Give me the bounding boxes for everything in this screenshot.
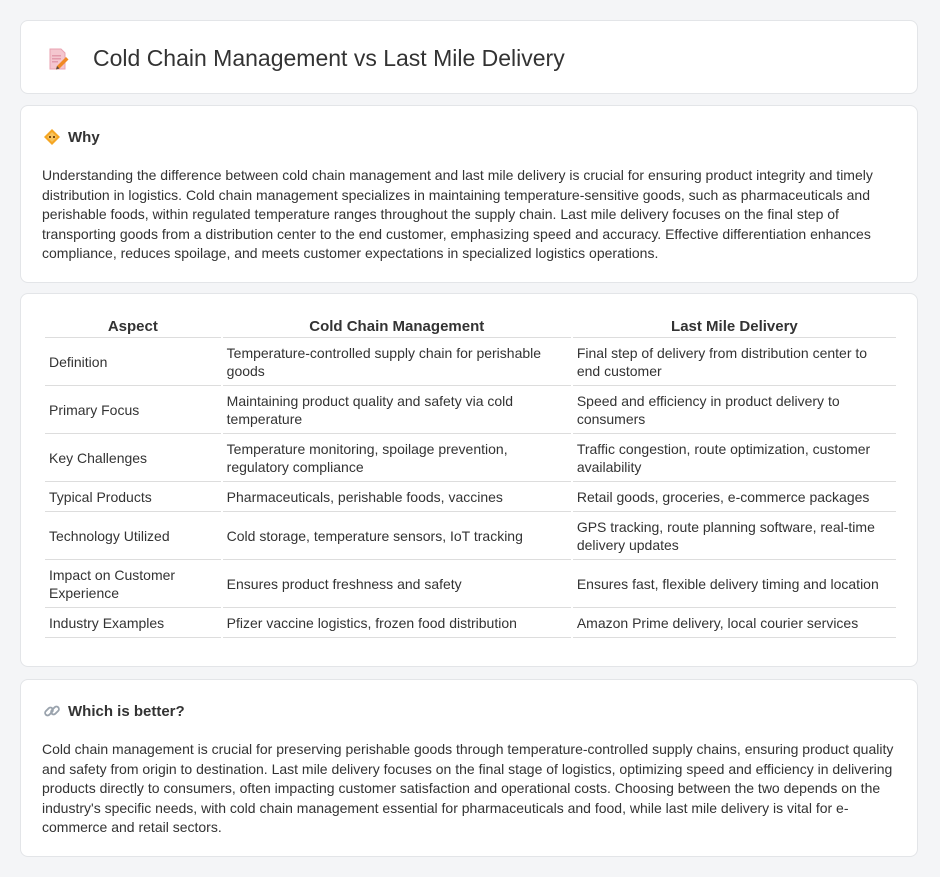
table-row: Definition Temperature-controlled supply… (45, 338, 896, 386)
header-aspect: Aspect (45, 316, 221, 338)
cold-chain-cell: Cold storage, temperature sensors, IoT t… (222, 512, 571, 560)
table-header-row: Aspect Cold Chain Management Last Mile D… (45, 316, 896, 338)
better-heading: Which is better? (68, 702, 185, 720)
cold-chain-cell: Temperature monitoring, spoilage prevent… (222, 434, 571, 482)
table-row: Industry Examples Pfizer vaccine logisti… (45, 608, 896, 638)
why-text: Understanding the difference between col… (42, 167, 873, 262)
last-mile-cell: Traffic congestion, route optimization, … (572, 434, 896, 482)
which-is-better-section: Which is better? Cold chain management i… (20, 679, 918, 857)
diamond-warning-icon (44, 129, 60, 145)
table-row: Typical Products Pharmaceuticals, perish… (45, 482, 896, 512)
why-header: Why (43, 128, 100, 146)
better-header: Which is better? (43, 702, 185, 720)
last-mile-cell: GPS tracking, route planning software, r… (572, 512, 896, 560)
document-pencil-icon (49, 48, 69, 69)
why-section: Why Understanding the difference between… (20, 105, 918, 283)
last-mile-cell: Retail goods, groceries, e-commerce pack… (572, 482, 896, 512)
table-row: Technology Utilized Cold storage, temper… (45, 512, 896, 560)
cold-chain-cell: Pharmaceuticals, perishable foods, vacci… (222, 482, 571, 512)
table-row: Key Challenges Temperature monitoring, s… (45, 434, 896, 482)
aspect-cell: Primary Focus (45, 386, 221, 434)
last-mile-cell: Speed and efficiency in product delivery… (572, 386, 896, 434)
last-mile-cell: Amazon Prime delivery, local courier ser… (572, 608, 896, 638)
aspect-cell: Key Challenges (45, 434, 221, 482)
aspect-cell: Definition (45, 338, 221, 386)
cold-chain-cell: Temperature-controlled supply chain for … (222, 338, 571, 386)
link-icon (44, 705, 60, 717)
cold-chain-cell: Maintaining product quality and safety v… (222, 386, 571, 434)
aspect-cell: Typical Products (45, 482, 221, 512)
last-mile-cell: Ensures fast, flexible delivery timing a… (572, 560, 896, 608)
page-title: Cold Chain Management vs Last Mile Deliv… (93, 45, 565, 71)
table-row: Impact on Customer Experience Ensures pr… (45, 560, 896, 608)
aspect-cell: Industry Examples (45, 608, 221, 638)
title-card: Cold Chain Management vs Last Mile Deliv… (20, 20, 918, 94)
last-mile-cell: Final step of delivery from distribution… (572, 338, 896, 386)
better-text: Cold chain management is crucial for pre… (42, 741, 894, 836)
cold-chain-cell: Pfizer vaccine logistics, frozen food di… (222, 608, 571, 638)
header-last-mile: Last Mile Delivery (572, 316, 896, 338)
comparison-table: Aspect Cold Chain Management Last Mile D… (43, 316, 898, 638)
aspect-cell: Impact on Customer Experience (45, 560, 221, 608)
header-cold-chain: Cold Chain Management (222, 316, 571, 338)
table-row: Primary Focus Maintaining product qualit… (45, 386, 896, 434)
title-row: Cold Chain Management vs Last Mile Deliv… (47, 45, 565, 72)
comparison-section: Aspect Cold Chain Management Last Mile D… (20, 293, 918, 667)
why-heading: Why (68, 128, 100, 146)
aspect-cell: Technology Utilized (45, 512, 221, 560)
cold-chain-cell: Ensures product freshness and safety (222, 560, 571, 608)
